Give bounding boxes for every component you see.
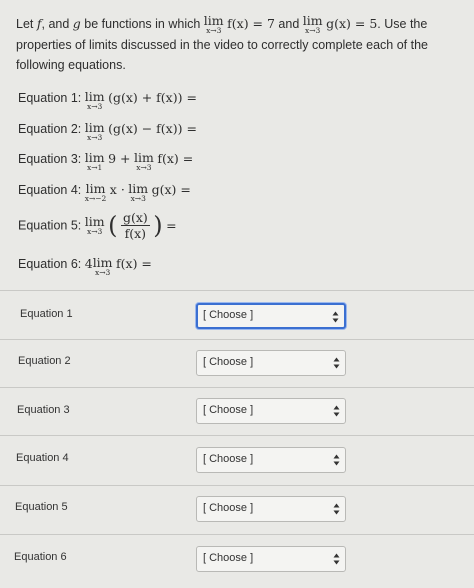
select-arrows-icon [333, 405, 340, 417]
lim-subscript: x→3 [87, 102, 103, 111]
prompt-text: Let [16, 17, 37, 31]
equation-label: Equation 4: [18, 183, 82, 197]
lim-subscript: x→3 [136, 163, 152, 172]
select-arrows-icon [333, 357, 340, 369]
lim-subscript: x→3 [130, 194, 146, 203]
equation-expression: f(x) = [157, 151, 194, 166]
limit-operator: lim x→3 [303, 14, 323, 35]
equation-5: Equation 5: lim x→3 ( g(x) f(x) ) = [18, 210, 177, 241]
question-prompt: Let f, and g be functions in which lim x→… [16, 14, 462, 75]
choose-select-2[interactable]: [ Choose ] [196, 350, 346, 376]
equation-expression: f(x) = [116, 256, 152, 271]
left-paren: ( [108, 211, 118, 240]
equation-4: Equation 4: lim x→−2 x · lim x→3 g(x) = [18, 182, 191, 203]
limit-operator: lim x→3 [93, 256, 113, 277]
row-divider [0, 387, 474, 388]
lim-subscript: x→3 [94, 268, 111, 277]
select-arrows-icon [333, 503, 340, 515]
limit-operator: lim x→1 [85, 151, 105, 172]
equation-expression: (g(x) − f(x)) = [108, 121, 197, 136]
equation-label: Equation 2: [18, 122, 82, 136]
lim-subscript: x→−2 [84, 194, 107, 203]
row-divider [0, 290, 474, 291]
prompt-text: be functions in which [80, 17, 204, 31]
choose-select-5[interactable]: [ Choose ] [196, 496, 346, 522]
choose-select-4[interactable]: [ Choose ] [196, 447, 346, 473]
lim-subscript: x→3 [87, 227, 103, 236]
equation-label: Equation 6: [18, 257, 82, 271]
limit-operator: lim x→3 [128, 182, 148, 203]
select-arrows-icon [333, 454, 340, 466]
select-value: [ Choose ] [203, 552, 254, 564]
equation-expression: x · [109, 182, 125, 197]
select-arrows-icon [332, 311, 339, 323]
limit-operator: lim x→3 [134, 151, 154, 172]
row-label-equation-4: Equation 4 [16, 452, 69, 464]
row-divider [0, 534, 474, 535]
equation-2: Equation 2: lim x→3 (g(x) − f(x)) = [18, 121, 197, 142]
row-label-equation-2: Equation 2 [18, 355, 71, 367]
equation-expression: = [166, 218, 177, 233]
choose-select-1[interactable]: [ Choose ] [196, 303, 346, 329]
equation-6: Equation 6: 4lim x→3 f(x) = [18, 256, 152, 277]
fraction-numerator: g(x) [120, 210, 150, 226]
limit-operator: lim x→3 [85, 121, 105, 142]
row-divider [0, 485, 474, 486]
equation-label: Equation 1: [18, 91, 82, 105]
equation-expression: 9 + [108, 151, 131, 166]
row-label-equation-5: Equation 5 [15, 501, 68, 513]
limit-expression: f(x) = 7 [227, 16, 275, 31]
limit-operator: lim x→3 [204, 14, 224, 35]
row-label-equation-3: Equation 3 [17, 404, 70, 416]
choose-select-3[interactable]: [ Choose ] [196, 398, 346, 424]
select-value: [ Choose ] [203, 404, 254, 416]
equation-expression: g(x) = [151, 182, 191, 197]
equation-label: Equation 5: [18, 218, 82, 233]
select-value: [ Choose ] [203, 356, 254, 368]
fraction: g(x) f(x) [120, 210, 150, 241]
right-paren: ) [153, 211, 163, 240]
lim-subscript: x→3 [206, 26, 222, 35]
row-label-equation-1: Equation 1 [20, 308, 73, 320]
limit-operator: lim x→3 [85, 90, 105, 111]
equation-expression: (g(x) + f(x)) = [108, 90, 197, 105]
lim-subscript: x→3 [87, 133, 103, 142]
lim-subscript: x→1 [87, 163, 103, 172]
prompt-text: , and [41, 17, 73, 31]
select-value: [ Choose ] [203, 453, 254, 465]
select-value: [ Choose ] [203, 309, 254, 321]
choose-select-6[interactable]: [ Choose ] [196, 546, 346, 572]
select-arrows-icon [333, 553, 340, 565]
equation-3: Equation 3: lim x→1 9 + lim x→3 f(x) = [18, 151, 193, 172]
equation-label: Equation 3: [18, 152, 82, 166]
prompt-g: g [72, 16, 81, 31]
row-divider [0, 435, 474, 436]
limit-operator: lim x→−2 [85, 182, 107, 203]
limit-operator: lim x→3 [85, 215, 105, 236]
equation-1: Equation 1: lim x→3 (g(x) + f(x)) = [18, 90, 197, 111]
coefficient: 4 [84, 256, 93, 271]
limit-expression: g(x) = 5 [326, 16, 378, 31]
fraction-denominator: f(x) [124, 226, 147, 241]
lim-subscript: x→3 [305, 26, 321, 35]
select-value: [ Choose ] [203, 502, 254, 514]
row-divider [0, 339, 474, 340]
prompt-text: and [274, 17, 303, 31]
row-label-equation-6: Equation 6 [14, 551, 67, 563]
